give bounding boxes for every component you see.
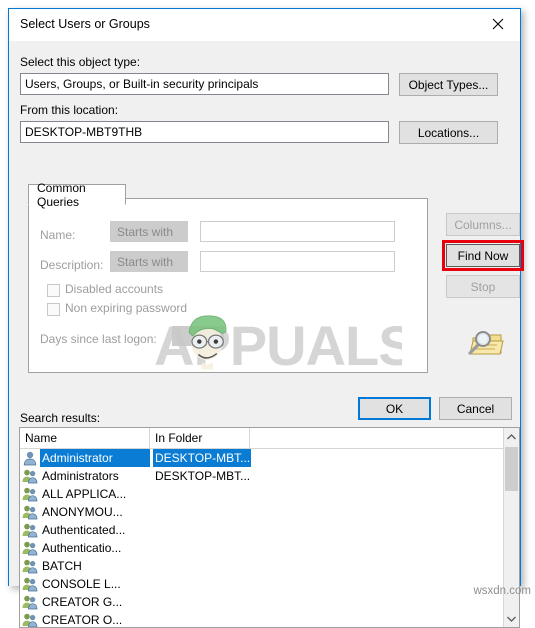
row-folder — [153, 575, 251, 593]
row-name: Administrator — [40, 449, 150, 467]
object-types-button[interactable]: Object Types... — [399, 73, 498, 96]
page-title: Select Users or Groups — [20, 17, 150, 31]
disabled-accounts-checkbox[interactable] — [47, 284, 60, 297]
group-icon — [22, 576, 38, 592]
group-icon — [22, 558, 38, 574]
row-folder — [153, 557, 251, 575]
table-row[interactable]: Administrators DESKTOP-MBT... — [20, 467, 504, 485]
close-icon[interactable] — [476, 9, 520, 39]
search-results-list[interactable]: Name In Folder Administrator DESKTOP-MBT.… — [19, 427, 520, 628]
table-row[interactable]: BATCH — [20, 557, 504, 575]
dialog-body: Select this object type: Users, Groups, … — [9, 41, 524, 628]
table-row[interactable]: ALL APPLICA... — [20, 485, 504, 503]
group-icon — [22, 486, 38, 502]
location-field[interactable]: DESKTOP-MBT9THB — [20, 121, 389, 143]
group-icon — [22, 540, 38, 556]
group-icon — [22, 612, 38, 627]
row-name: BATCH — [42, 559, 82, 573]
row-name: CREATOR O... — [42, 613, 123, 627]
columns-button[interactable]: Columns... — [446, 213, 520, 236]
chevron-up-glyph — [507, 433, 516, 439]
table-row[interactable]: CREATOR G... — [20, 593, 504, 611]
days-since-logon-label: Days since last logon: — [40, 332, 157, 346]
row-folder — [153, 593, 251, 611]
row-folder: DESKTOP-MBT... — [153, 449, 251, 467]
object-type-label: Select this object type: — [20, 55, 141, 69]
location-label: From this location: — [20, 103, 119, 117]
ok-button[interactable]: OK — [358, 397, 431, 420]
chevron-down-icon[interactable] — [504, 610, 519, 627]
description-input[interactable] — [200, 251, 395, 272]
column-header-name[interactable]: Name — [20, 428, 150, 448]
table-row[interactable]: Authenticated... — [20, 521, 504, 539]
group-icon — [22, 468, 38, 484]
search-results-label: Search results: — [20, 411, 101, 425]
non-expiring-password-checkbox[interactable] — [47, 303, 60, 316]
table-row[interactable]: Authenticatio... — [20, 539, 504, 557]
description-operator-select[interactable]: Starts with — [110, 251, 188, 272]
row-name: Administrators — [42, 469, 119, 483]
row-name: Authenticated... — [42, 523, 126, 537]
tab-common-queries[interactable]: Common Queries — [28, 181, 126, 209]
chevron-up-icon[interactable] — [504, 428, 519, 445]
find-now-button[interactable]: Find Now — [446, 244, 520, 267]
row-folder — [153, 521, 251, 539]
page-background: Select Users or Groups Select this objec… — [0, 0, 535, 628]
column-header-in-folder[interactable]: In Folder — [150, 428, 250, 448]
table-row[interactable]: ANONYMOU... — [20, 503, 504, 521]
row-name: CREATOR G... — [42, 595, 123, 609]
name-label: Name: — [40, 228, 76, 242]
wsxdn-watermark: wsxdn.com — [473, 585, 531, 597]
object-type-field[interactable]: Users, Groups, or Built-in security prin… — [20, 73, 389, 95]
table-row[interactable]: Administrator DESKTOP-MBT... — [20, 449, 504, 467]
locations-button[interactable]: Locations... — [399, 121, 498, 144]
scrollbar-thumb[interactable] — [505, 447, 518, 491]
results-scrollbar[interactable] — [503, 428, 519, 627]
column-header-filler — [250, 428, 504, 448]
magnifier-folder-icon — [467, 325, 507, 361]
chevron-down-glyph — [507, 616, 516, 622]
table-row[interactable]: CONSOLE L... — [20, 575, 504, 593]
results-rows: Administrator DESKTOP-MBT... Administrator… — [20, 449, 504, 627]
stop-button[interactable]: Stop — [446, 275, 520, 298]
row-name: ANONYMOU... — [42, 505, 123, 519]
row-folder — [153, 485, 251, 503]
select-users-or-groups-dialog: Select Users or Groups Select this objec… — [8, 8, 524, 628]
group-icon — [22, 522, 38, 538]
cancel-button[interactable]: Cancel — [439, 397, 512, 420]
user-icon — [22, 450, 38, 466]
description-label: Description: — [40, 258, 104, 272]
name-operator-select[interactable]: Starts with — [110, 221, 188, 242]
group-icon — [22, 504, 38, 520]
row-folder — [153, 539, 251, 557]
row-folder — [153, 503, 251, 521]
disabled-accounts-label: Disabled accounts — [65, 282, 164, 296]
table-row[interactable]: CREATOR O... — [20, 611, 504, 627]
row-name: Authenticatio... — [42, 541, 122, 555]
results-column-header: Name In Folder — [20, 428, 519, 449]
non-expiring-password-label: Non expiring password — [65, 301, 188, 315]
magnifier-folder-glyph — [468, 331, 504, 355]
name-input[interactable] — [200, 221, 395, 242]
row-name: CONSOLE L... — [42, 577, 121, 591]
dialog-title-bar: Select Users or Groups — [9, 9, 520, 41]
row-folder: DESKTOP-MBT... — [155, 469, 251, 483]
group-icon — [22, 594, 38, 610]
days-since-logon-select[interactable] — [172, 326, 224, 346]
row-folder — [153, 611, 251, 627]
row-name: ALL APPLICA... — [42, 487, 127, 501]
close-glyph — [492, 18, 504, 30]
